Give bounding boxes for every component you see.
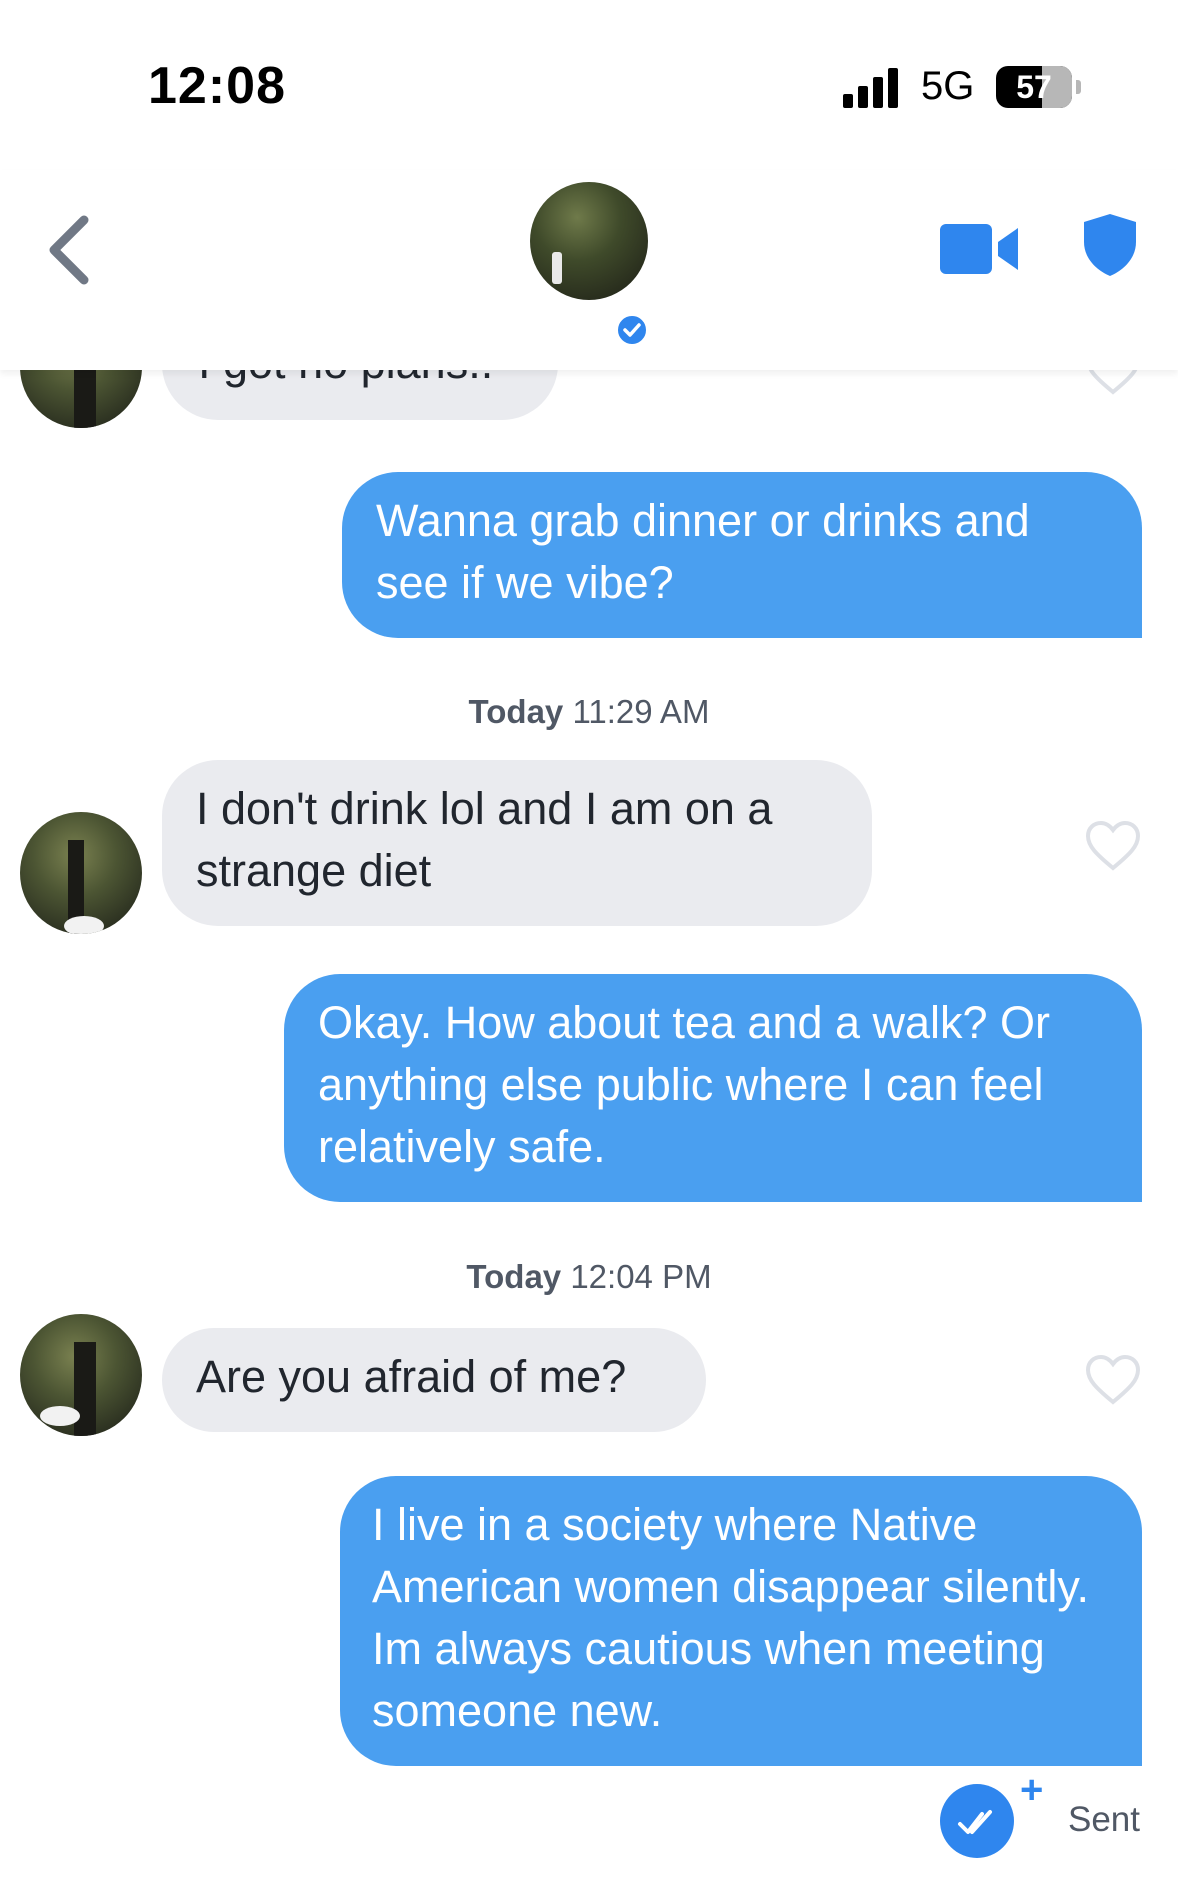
incoming-message[interactable]: Are you afraid of me? bbox=[162, 1328, 706, 1432]
like-button[interactable] bbox=[1084, 1354, 1142, 1406]
timestamp-day: Today bbox=[468, 693, 564, 730]
outgoing-message[interactable]: Okay. How about tea and a walk? Or anyth… bbox=[284, 974, 1142, 1202]
sender-avatar[interactable] bbox=[20, 370, 142, 428]
message-text: I don't drink lol and I am on a strange … bbox=[196, 783, 773, 896]
plus-icon: + bbox=[1020, 1768, 1044, 1812]
signal-strength-icon bbox=[843, 68, 903, 108]
chevron-left-icon bbox=[49, 215, 89, 285]
message-text: I live in a society where Native America… bbox=[372, 1499, 1089, 1736]
like-button[interactable] bbox=[1084, 820, 1142, 872]
timestamp-day: Today bbox=[466, 1258, 562, 1295]
verified-check-icon bbox=[616, 314, 648, 346]
safety-toolkit-button[interactable] bbox=[1080, 212, 1140, 278]
like-button[interactable] bbox=[1084, 370, 1142, 396]
chat-header bbox=[0, 170, 1178, 370]
read-receipt[interactable]: + Sent bbox=[940, 1768, 1160, 1862]
back-button[interactable] bbox=[40, 210, 100, 290]
heart-icon bbox=[1085, 820, 1141, 871]
sender-avatar[interactable] bbox=[20, 812, 142, 934]
sent-status: Sent bbox=[1068, 1800, 1140, 1839]
shield-icon bbox=[1084, 214, 1136, 276]
heart-icon bbox=[1088, 370, 1138, 395]
battery-level: 57 bbox=[1016, 69, 1052, 105]
outgoing-message[interactable]: Wanna grab dinner or drinks and see if w… bbox=[342, 472, 1142, 638]
timestamp-time: 11:29 AM bbox=[572, 693, 710, 730]
video-call-button[interactable] bbox=[938, 222, 1022, 276]
battery-icon: 57 bbox=[996, 66, 1072, 108]
network-type: 5G bbox=[921, 64, 975, 108]
incoming-message[interactable]: I got no plans.. bbox=[162, 370, 558, 420]
message-text: Are you afraid of me? bbox=[196, 1351, 627, 1402]
video-camera-icon bbox=[940, 224, 1018, 274]
message-thread[interactable]: I got no plans.. Wanna grab dinner or dr… bbox=[0, 370, 1178, 1891]
avatar-figure bbox=[552, 252, 562, 284]
double-check-icon bbox=[940, 1784, 1014, 1858]
status-bar: 12:08 5G 57 bbox=[0, 0, 1178, 170]
message-timestamp: Today 12:04 PM bbox=[0, 1258, 1178, 1296]
status-time: 12:08 bbox=[148, 57, 286, 115]
battery-nub bbox=[1076, 80, 1081, 94]
message-text: I got no plans.. bbox=[198, 370, 493, 388]
message-text: Okay. How about tea and a walk? Or anyth… bbox=[318, 997, 1051, 1172]
incoming-message[interactable]: I don't drink lol and I am on a strange … bbox=[162, 760, 872, 926]
outgoing-message[interactable]: I live in a society where Native America… bbox=[340, 1476, 1142, 1766]
message-text: Wanna grab dinner or drinks and see if w… bbox=[376, 495, 1030, 608]
message-timestamp: Today 11:29 AM bbox=[0, 693, 1178, 731]
timestamp-time: 12:04 PM bbox=[570, 1258, 712, 1295]
sender-avatar[interactable] bbox=[20, 1314, 142, 1436]
match-avatar[interactable] bbox=[530, 182, 648, 300]
heart-icon bbox=[1085, 1354, 1141, 1405]
